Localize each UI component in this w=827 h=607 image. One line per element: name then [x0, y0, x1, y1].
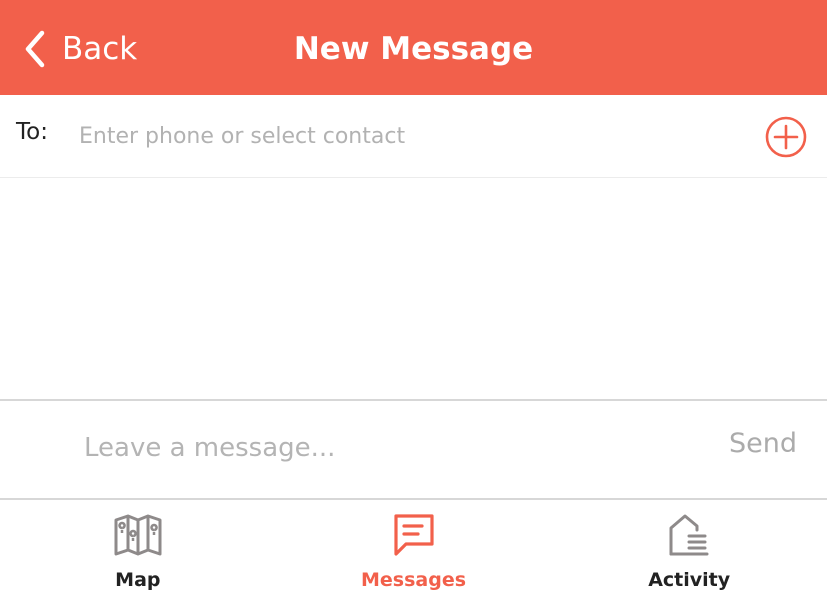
message-input[interactable] — [82, 425, 686, 471]
message-thread-area — [0, 178, 827, 399]
recipient-input[interactable] — [77, 113, 731, 159]
message-icon — [393, 514, 434, 556]
nav-header: Back New Message — [0, 0, 827, 95]
map-icon — [114, 514, 162, 556]
page-title: New Message — [293, 31, 534, 67]
tab-messages[interactable]: Messages — [276, 500, 552, 607]
message-composer: Send — [0, 399, 827, 500]
tab-activity-label: Activity — [648, 569, 731, 591]
recipient-row: To: — [0, 95, 827, 178]
tab-map[interactable]: Map — [0, 500, 276, 607]
tab-messages-label: Messages — [360, 569, 467, 591]
to-label: To: — [16, 119, 48, 145]
tab-bar: Map Messages Activity — [0, 500, 827, 607]
tab-activity[interactable]: Activity — [551, 500, 827, 607]
tab-map-label: Map — [115, 569, 161, 591]
add-contact-button[interactable] — [764, 115, 808, 159]
activity-icon — [669, 514, 709, 556]
plus-circle-icon — [765, 116, 807, 158]
send-button[interactable]: Send — [729, 428, 797, 459]
